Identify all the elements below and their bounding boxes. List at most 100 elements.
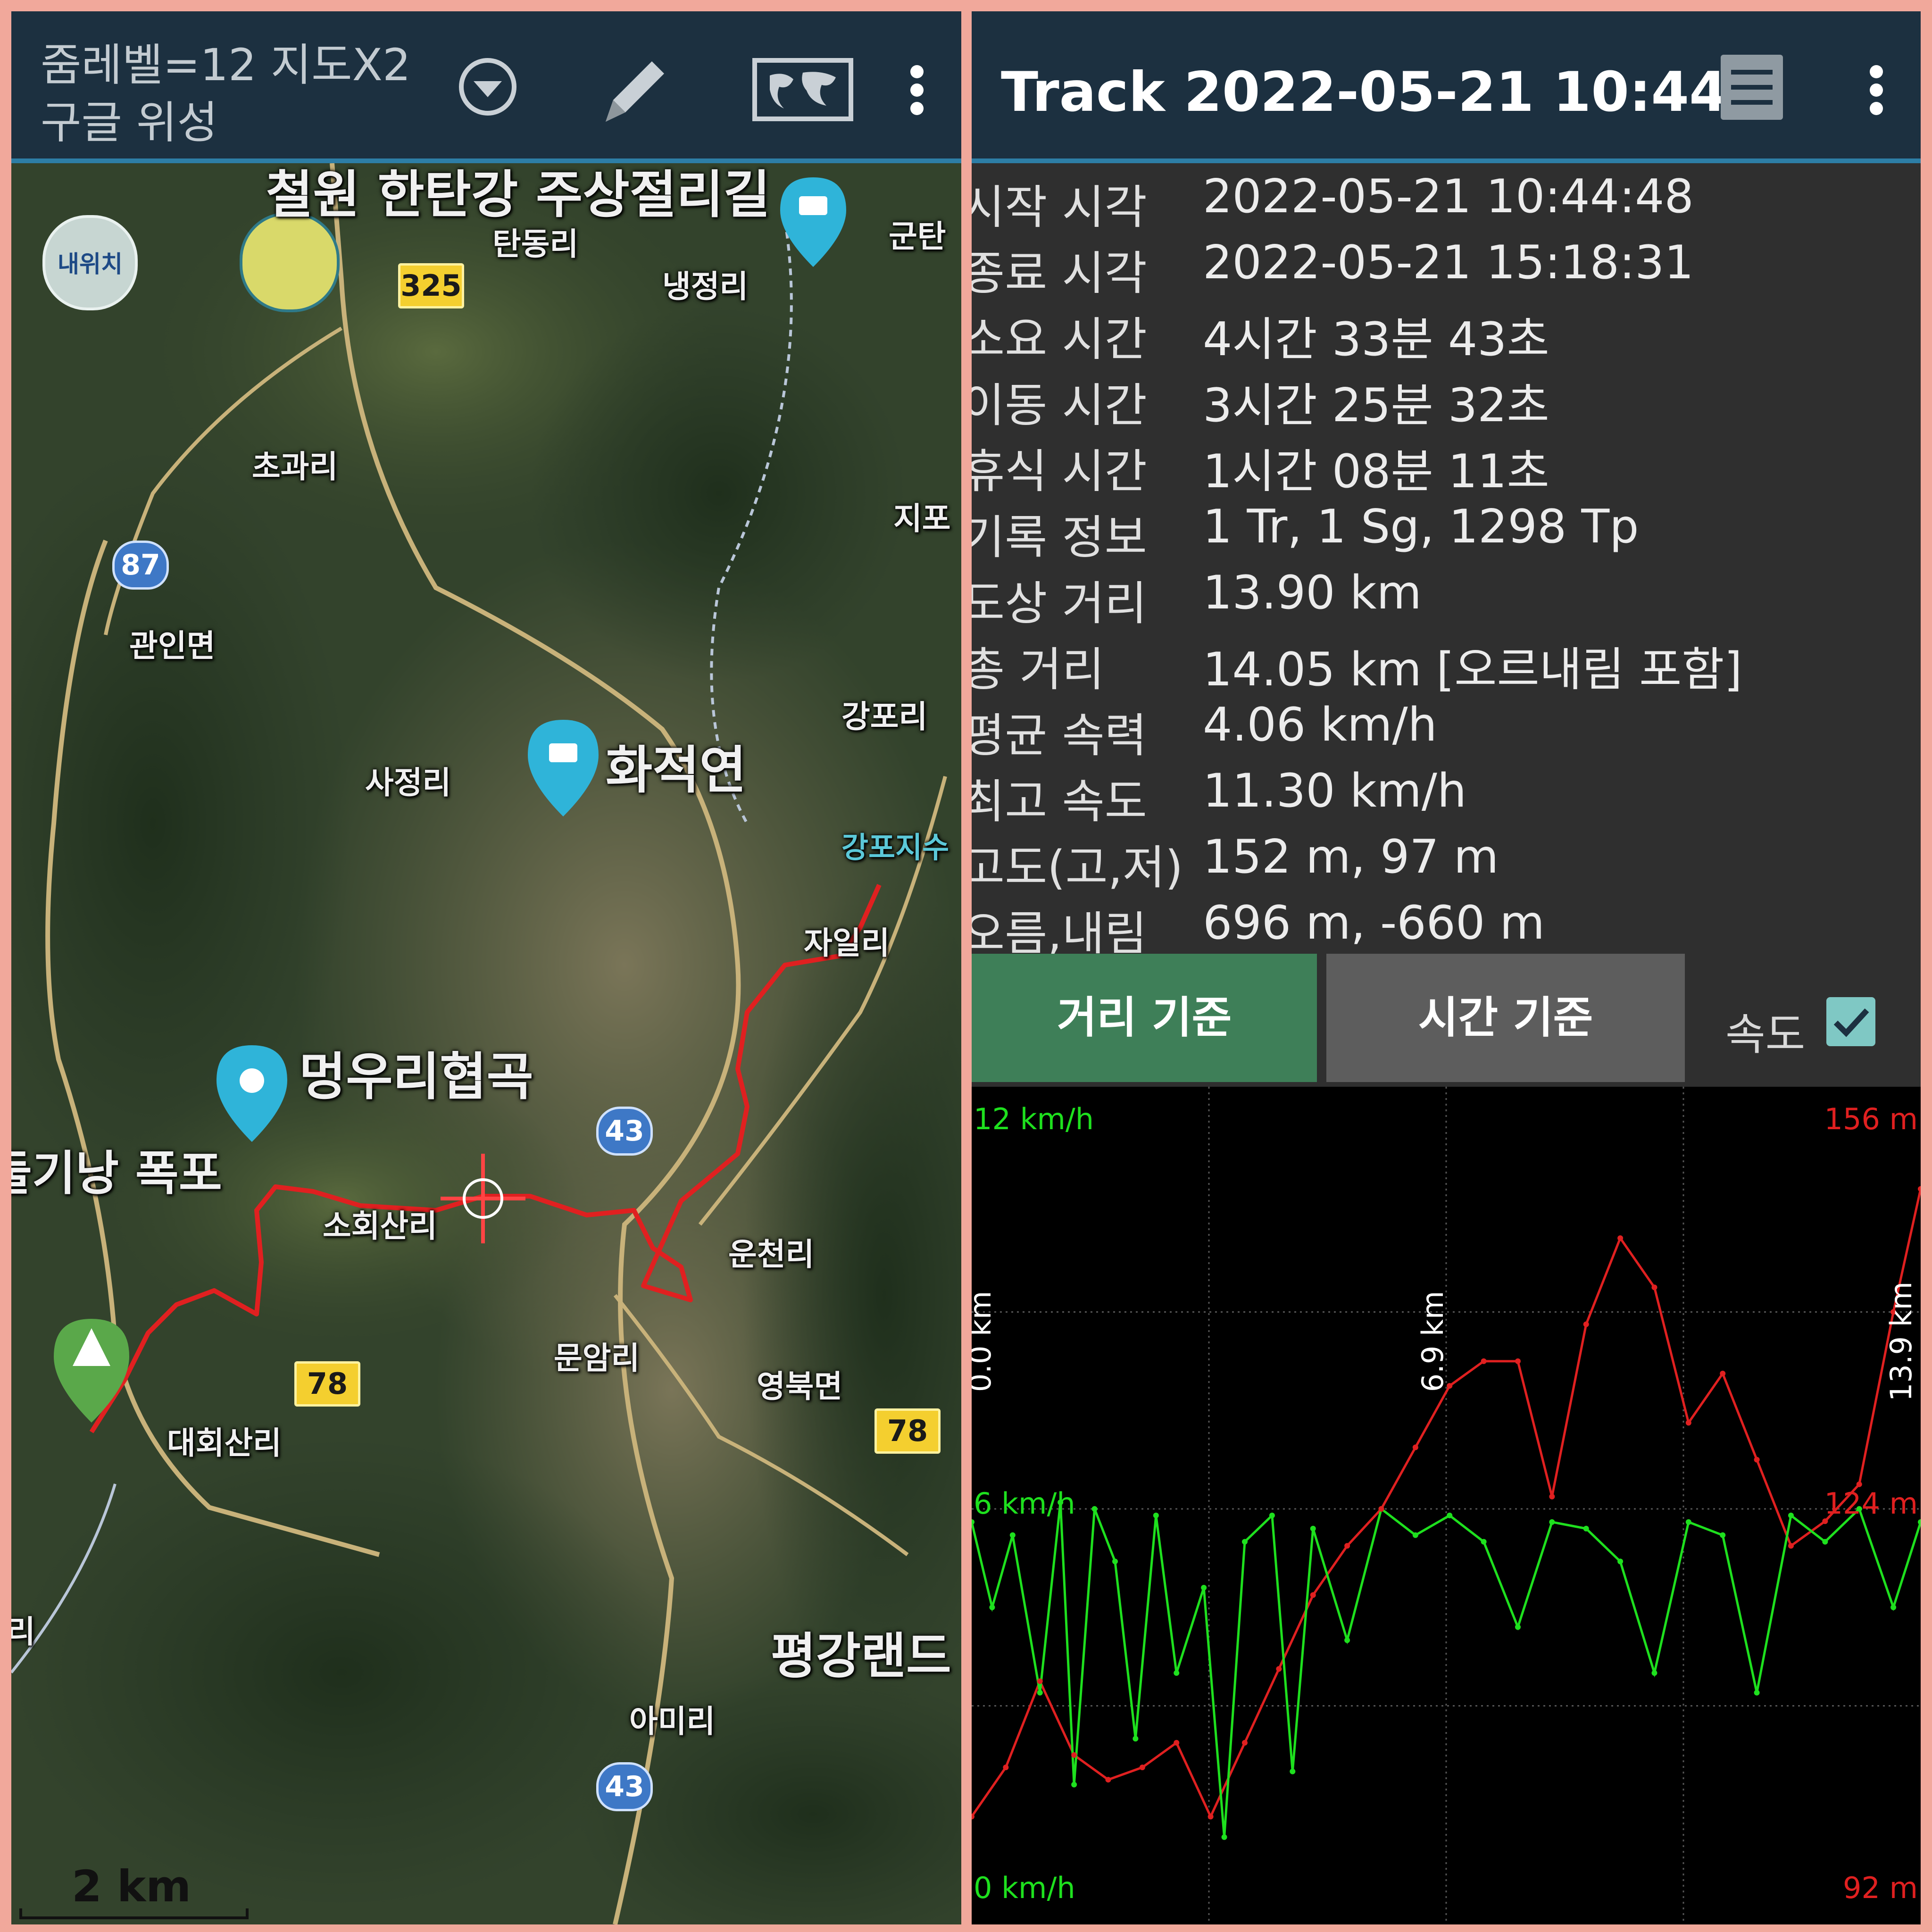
list-icon[interactable] (1718, 52, 1786, 123)
altitude-point (1481, 1358, 1487, 1364)
speed-point (1918, 1519, 1921, 1525)
place-label: 관인면 (129, 628, 216, 664)
map-source-label: 구글 위성 (41, 97, 218, 149)
speed-point (1515, 1624, 1521, 1630)
stat-label-altitude: 고도(고,저) (972, 841, 1183, 895)
my-location-button[interactable]: 내위치 (42, 215, 138, 310)
place-label: 사정리 (365, 765, 451, 801)
right-axis-tick-label: 156 m (1824, 1102, 1918, 1136)
dropdown-icon[interactable] (455, 54, 521, 120)
chart-svg: 12 km/h 6 km/h 0 km/h 156 m 124 m 92 m 0.0 km 6… (972, 1087, 1921, 1924)
altitude-point (1105, 1777, 1111, 1783)
altitude-point (1037, 1678, 1043, 1684)
pencil-icon[interactable] (596, 51, 672, 126)
altitude-point (1378, 1506, 1384, 1512)
place-label: 평강랜드 (771, 1627, 951, 1685)
place-label: 아미리 (629, 1703, 716, 1740)
place-label: 영북면 (757, 1368, 843, 1405)
speed-point (1133, 1736, 1139, 1742)
speed-point (1583, 1525, 1589, 1532)
x-marker-label: 13.9 km (1884, 1282, 1918, 1401)
place-label: 강포지수 (841, 830, 949, 865)
satellite-map[interactable]: 내위치 철원 한탄강 주상절리길 탄동리 냉정리 군탄 초과리 지포 관인면 강… (11, 163, 961, 1924)
place-label: 문암리 (554, 1340, 640, 1376)
stat-value-rest-time: 1시간 08분 11초 (1203, 445, 1549, 499)
stat-value-altitude: 152 m, 97 m (1203, 830, 1499, 884)
stat-value-end-time: 2022-05-21 15:18:31 (1203, 236, 1694, 290)
speed-point (1754, 1690, 1760, 1696)
altitude-point (1276, 1666, 1282, 1672)
track-screen: Track 2022-05-21 10:44 시작 시각 2022-05-21 … (972, 11, 1921, 1924)
route-shield: 78 (294, 1361, 360, 1407)
place-label: 탄동리 (492, 226, 579, 262)
speed-point (1481, 1539, 1487, 1545)
track-title: Track 2022-05-21 10:44 (1001, 60, 1727, 124)
place-label: 리 (11, 1614, 35, 1650)
check-icon (1833, 1008, 1869, 1037)
speed-point (1153, 1512, 1159, 1518)
stat-label-map-distance: 도상 거리 (972, 577, 1147, 631)
speed-altitude-chart[interactable]: 12 km/h 6 km/h 0 km/h 156 m 124 m 92 m 0.0 km 6… (972, 1087, 1921, 1924)
left-axis-tick-label: 12 km/h (974, 1102, 1094, 1136)
left-axis-tick-label: 6 km/h (974, 1486, 1075, 1521)
stat-label-elapsed: 소요 시간 (972, 313, 1147, 366)
speed-point (1241, 1539, 1248, 1545)
more-vert-icon[interactable] (1868, 64, 1885, 116)
route-shield: 78 (874, 1408, 941, 1454)
stat-value-ascent-descent: 696 m, -660 m (1203, 896, 1545, 950)
altitude-point (1651, 1284, 1657, 1291)
place-label: 화적연 (606, 741, 747, 800)
place-label: 강포리 (841, 699, 928, 735)
altitude-point (1344, 1543, 1350, 1549)
stat-label-rest-time: 휴식 시간 (972, 445, 1147, 499)
altitude-point (1071, 1752, 1077, 1758)
altitude-point (1583, 1321, 1589, 1327)
stat-label-total-distance: 총 거리 (972, 643, 1105, 697)
speed-point (1549, 1519, 1555, 1525)
place-label: 소회산리 (323, 1208, 437, 1244)
altitude-point (1003, 1764, 1009, 1770)
speed-point (1788, 1512, 1794, 1518)
route-shield: 325 (398, 263, 464, 308)
stat-label-end-time: 종료 시각 (972, 247, 1147, 300)
speed-point (1310, 1525, 1316, 1532)
altitude-point (1208, 1814, 1214, 1820)
stat-value-max-speed: 11.30 km/h (1203, 764, 1467, 818)
speed-checkbox[interactable] (1826, 997, 1875, 1046)
tab-distance-based[interactable]: 거리 기준 (972, 954, 1317, 1082)
left-axis-tick-label: 0 km/h (974, 1871, 1075, 1905)
stat-value-elapsed: 4시간 33분 43초 (1203, 313, 1549, 366)
speed-point (1412, 1532, 1418, 1538)
altitude-point (1515, 1358, 1521, 1364)
altitude-point (1549, 1493, 1555, 1499)
speed-point (1091, 1506, 1098, 1512)
place-label: 자일리 (804, 925, 890, 961)
speed-point (1890, 1604, 1897, 1610)
altitude-point (1174, 1740, 1180, 1746)
speed-point (1201, 1585, 1207, 1591)
place-label: 냉정리 (662, 268, 749, 305)
altitude-point (1788, 1543, 1794, 1549)
track-appbar: Track 2022-05-21 10:44 (972, 11, 1921, 163)
tab-time-based[interactable]: 시간 기준 (1326, 954, 1685, 1082)
stat-value-record-info: 1 Tr, 1 Sg, 1298 Tp (1203, 500, 1639, 554)
scale-label: 2 km (72, 1861, 192, 1912)
speed-point (1009, 1532, 1016, 1538)
altitude-point (1918, 1186, 1921, 1192)
stat-value-total-distance: 14.05 km [오르내림 포함] (1203, 643, 1742, 697)
world-map-icon[interactable] (751, 57, 855, 123)
more-vert-icon[interactable] (908, 64, 925, 116)
speed-point (1685, 1519, 1691, 1525)
speed-point (1269, 1512, 1275, 1518)
place-label: 멍우리협곡 (299, 1048, 533, 1107)
altitude-point (1720, 1370, 1726, 1376)
x-marker-label: 6.9 km (1416, 1291, 1450, 1392)
speed-point (1112, 1558, 1118, 1565)
stat-label-moving-time: 이동 시간 (972, 379, 1147, 433)
place-label: 대회산리 (167, 1425, 282, 1461)
national-route-shield: 87 (112, 541, 169, 590)
map-appbar: 줌레벨=12 지도X2 구글 위성 (11, 11, 961, 163)
altitude-point (1412, 1444, 1418, 1450)
stat-value-avg-speed: 4.06 km/h (1203, 698, 1437, 752)
stat-label-max-speed: 최고 속도 (972, 775, 1147, 829)
